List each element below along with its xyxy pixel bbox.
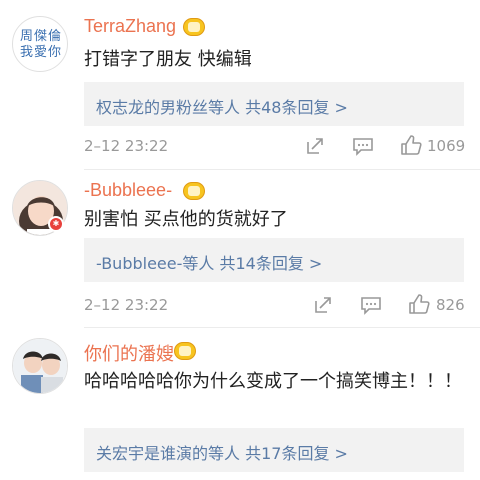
comment-text: 哈哈哈哈哈你为什么变成了一个搞笑博主！！！: [84, 371, 462, 392]
reply-summary[interactable]: 关宏宇是谁演的等人 共17条回复 >: [84, 428, 464, 472]
timestamp: 2–12 23:22: [84, 137, 169, 155]
comment-icon[interactable]: [360, 295, 382, 315]
reply-summary-text[interactable]: -Bubbleee-等人 共14条回复 >: [96, 250, 322, 274]
level-badge-icon: [174, 342, 196, 360]
level-badge-icon: [183, 182, 205, 200]
avatar-text: 周傑倫 我愛你: [19, 29, 62, 60]
avatar-image: [13, 339, 67, 393]
divider: [84, 327, 480, 328]
repost-icon[interactable]: [305, 136, 325, 156]
avatar[interactable]: 周傑倫 我愛你: [12, 16, 68, 72]
verified-badge-icon: ✱: [48, 216, 64, 232]
comment-text: 别害怕 买点他的货就好了: [84, 209, 288, 230]
username[interactable]: TerraZhang: [84, 16, 176, 37]
username[interactable]: 你们的潘嫂: [84, 340, 174, 366]
username[interactable]: -Bubbleee-: [84, 180, 172, 201]
timestamp: 2–12 23:22: [84, 296, 169, 314]
reply-summary-text[interactable]: 权志龙的男粉丝等人 共48条回复 >: [96, 94, 348, 118]
like-count: 1069: [427, 137, 466, 155]
reply-summary[interactable]: 权志龙的男粉丝等人 共48条回复 >: [84, 82, 464, 126]
like-icon[interactable]: [400, 134, 422, 156]
divider: [84, 169, 480, 170]
comment-text: 打错字了朋友 快编辑: [84, 49, 252, 70]
like-count: 826: [436, 296, 465, 314]
reply-summary[interactable]: -Bubbleee-等人 共14条回复 >: [84, 238, 464, 282]
comment-icon[interactable]: [352, 136, 374, 156]
like-icon[interactable]: [408, 293, 430, 315]
reply-summary-text[interactable]: 关宏宇是谁演的等人 共17条回复 >: [96, 440, 348, 464]
repost-icon[interactable]: [313, 295, 333, 315]
avatar[interactable]: [12, 338, 68, 394]
level-badge-icon: [183, 18, 205, 36]
